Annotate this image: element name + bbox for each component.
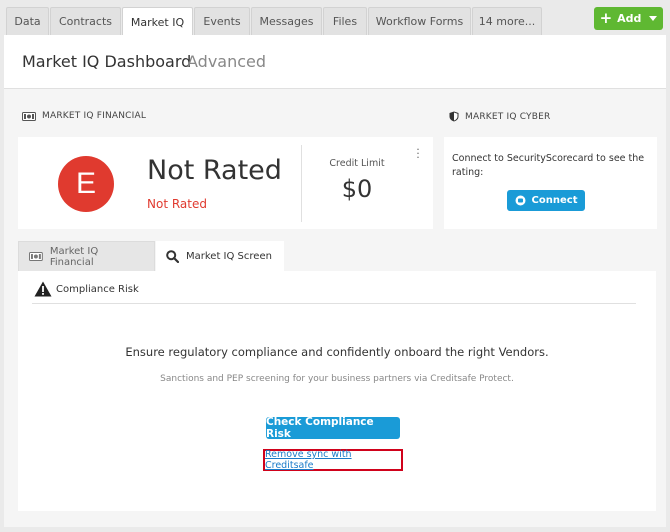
rating-subtitle: Not Rated [147, 197, 207, 211]
rating-title: Not Rated [147, 155, 282, 186]
tab-events[interactable]: Events [194, 7, 250, 35]
financial-section-label: MARKET IQ FINANCIAL [22, 111, 146, 121]
plus-icon: + [599, 9, 613, 27]
warning-icon [34, 281, 52, 297]
add-button-label: Add [617, 12, 642, 25]
page-title[interactable]: Market IQ Dashboard [22, 52, 191, 71]
add-button[interactable]: + Add [594, 7, 663, 30]
compliance-sub-message: Sanctions and PEP screening for your bus… [160, 374, 514, 384]
screen-card [18, 271, 656, 511]
card-divider [301, 145, 302, 222]
chevron-down-icon [649, 16, 658, 21]
check-compliance-risk-button[interactable]: Check Compliance Risk [266, 416, 400, 440]
credit-limit-value: $0 [341, 175, 373, 203]
tab-contracts[interactable]: Contracts [50, 7, 121, 35]
tab-more[interactable]: 14 more... [472, 7, 542, 35]
subtab-market-iq-financial[interactable]: Market IQ Financial [18, 241, 155, 271]
money-icon [29, 252, 43, 261]
compliance-risk-text: Compliance Risk [56, 283, 139, 295]
tab-workflow-forms[interactable]: Workflow Forms [368, 7, 471, 35]
cyber-description: Connect to SecurityScorecard to see the … [452, 153, 645, 178]
subtab-market-iq-screen[interactable]: Market IQ Screen [156, 241, 284, 271]
cyber-section-title: MARKET IQ CYBER [465, 111, 551, 122]
scorecard-icon [515, 195, 526, 206]
compliance-main-message: Ensure regulatory compliance and confide… [125, 345, 549, 359]
tab-files[interactable]: Files [323, 7, 367, 35]
tab-market-iq[interactable]: Market IQ [122, 7, 193, 36]
tab-data[interactable]: Data [6, 7, 49, 35]
tab-messages[interactable]: Messages [251, 7, 322, 35]
subtab-screen-label: Market IQ Screen [186, 250, 272, 262]
cyber-section-label: MARKET IQ CYBER [449, 111, 550, 122]
connect-button-label: Connect [531, 195, 578, 206]
search-icon [166, 249, 179, 263]
kebab-icon[interactable]: · · · [414, 144, 422, 163]
credit-limit-label: Credit Limit [329, 158, 385, 169]
rating-badge: E [58, 156, 114, 212]
shield-icon [449, 111, 459, 122]
remove-sync-link[interactable]: Remove sync with Creditsafe [263, 449, 403, 471]
financial-section-title: MARKET IQ FINANCIAL [42, 111, 147, 121]
connect-button[interactable]: Connect [507, 190, 585, 211]
main-panel: Market IQ Dashboard Advanced MARKET IQ F… [4, 35, 666, 527]
page-header: Market IQ Dashboard Advanced [4, 35, 666, 89]
money-icon [22, 111, 36, 121]
divider [32, 303, 636, 304]
advanced-link[interactable]: Advanced [187, 52, 266, 71]
cyber-card [444, 137, 657, 229]
top-tab-bar: Data Contracts Market IQ Events Messages… [0, 0, 670, 36]
compliance-risk-label: Compliance Risk [34, 281, 139, 297]
subtab-financial-label: Market IQ Financial [49, 245, 99, 268]
